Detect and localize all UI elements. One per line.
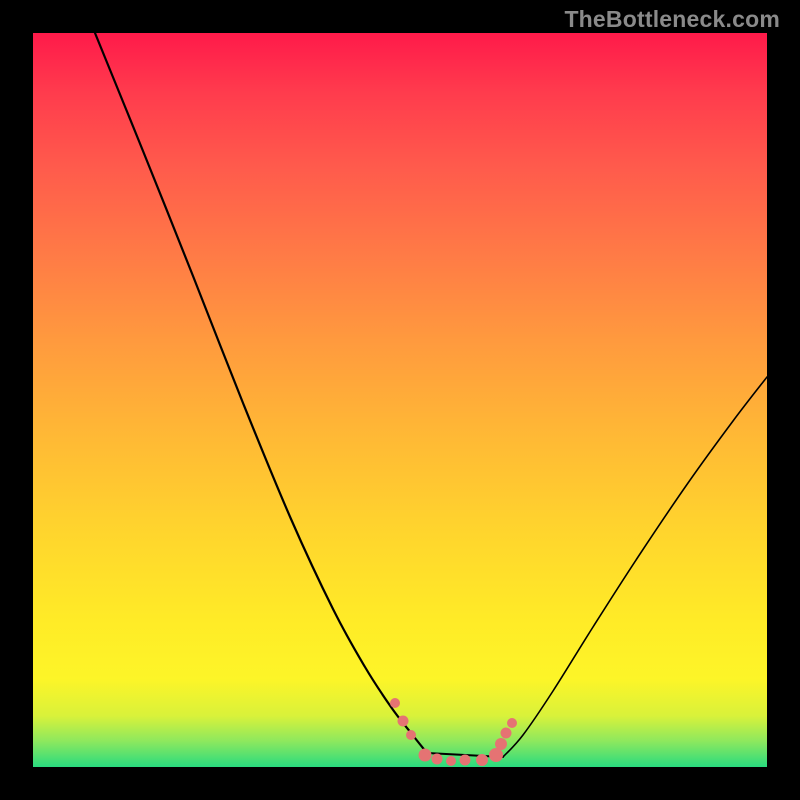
bottom-dot — [501, 728, 512, 739]
bottom-dot — [476, 754, 488, 766]
bottom-dot — [390, 698, 400, 708]
left-curve — [95, 33, 427, 753]
chart-svg — [33, 33, 767, 767]
right-curve — [503, 377, 767, 757]
bottom-dot — [446, 756, 456, 766]
watermark-text: TheBottleneck.com — [564, 6, 780, 33]
bottom-dot — [489, 748, 503, 762]
bottom-dot — [419, 749, 432, 762]
bottom-dot — [507, 718, 517, 728]
bottom-dots-group — [390, 698, 517, 766]
bottom-dot — [460, 755, 471, 766]
bottom-dot — [398, 716, 409, 727]
bottom-dot — [406, 730, 416, 740]
bottom-dot — [495, 738, 507, 750]
bottom-dot — [432, 754, 443, 765]
